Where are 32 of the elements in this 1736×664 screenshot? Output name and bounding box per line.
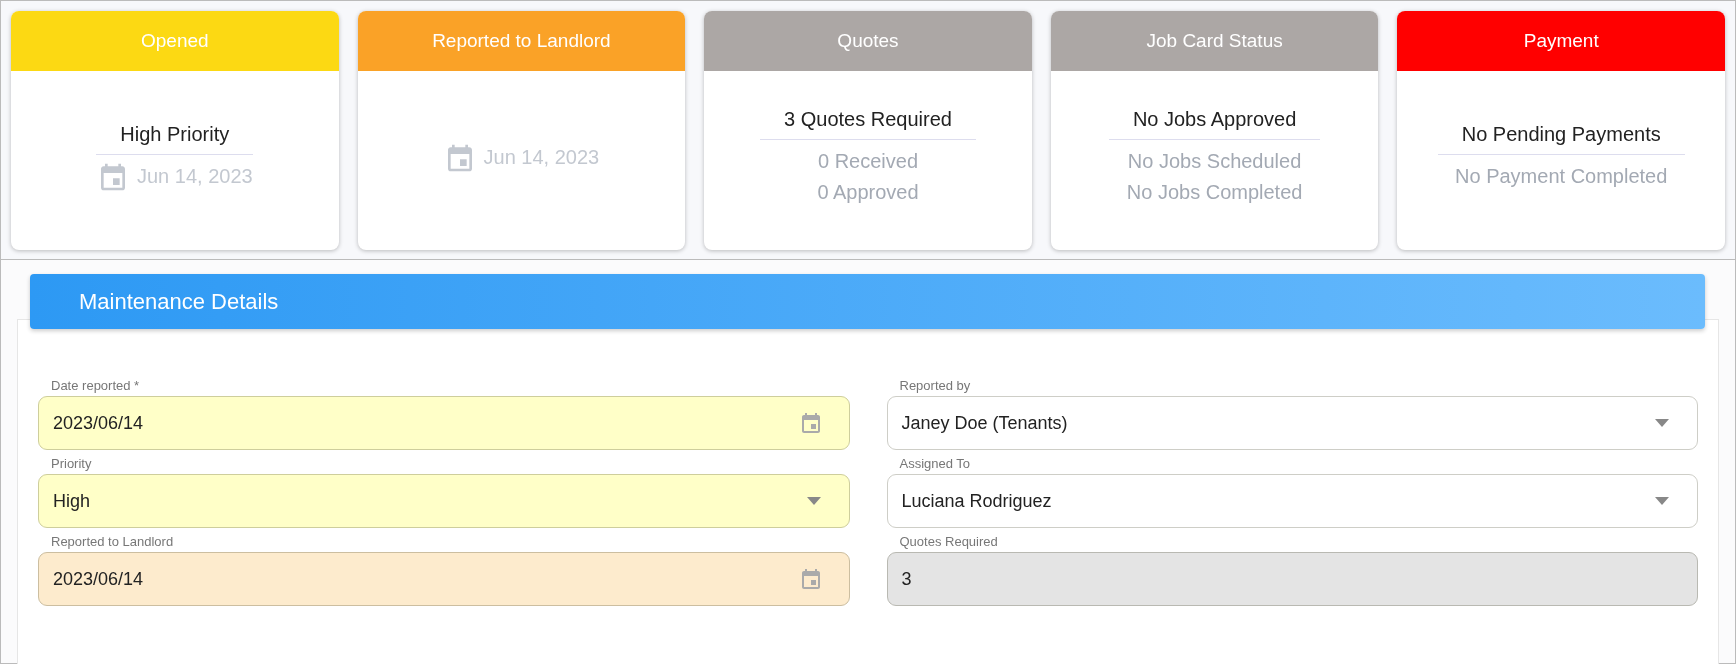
- field-label: Priority: [50, 455, 93, 473]
- field-label: Assigned To: [898, 455, 972, 473]
- dropdown-caret-icon: [806, 497, 821, 505]
- input-field[interactable]: 2023/06/14: [38, 396, 850, 450]
- input-field[interactable]: 3: [886, 552, 1698, 606]
- card-sub-text: 0 Received: [817, 148, 918, 174]
- card-main-text: 3 Quotes Required: [760, 107, 976, 140]
- card-sub-text: 0 Approved: [817, 179, 919, 205]
- card-date: Jun 14, 2023: [483, 146, 600, 169]
- card-header: Reported to Landlord: [357, 11, 686, 71]
- field-label: Quotes Required: [898, 533, 999, 551]
- field-label: Reported to Landlord: [50, 533, 175, 551]
- card-sub-text: No Payment Completed: [1455, 164, 1668, 189]
- card-date: Jun 14, 2023: [136, 165, 253, 188]
- card-header: Opened: [11, 11, 339, 71]
- field-label: Date reported *: [50, 377, 141, 395]
- dropdown-field[interactable]: High: [38, 474, 850, 528]
- card-main-text: No Jobs Approved: [1108, 107, 1321, 140]
- card-header: Job Card Status: [1050, 11, 1379, 71]
- card-sub-text: No Jobs Scheduled: [1127, 148, 1302, 174]
- card-header: Payment: [1397, 11, 1725, 71]
- card-main-text: No Pending Payments: [1437, 123, 1685, 155]
- card-main-text: High Priority: [96, 122, 254, 155]
- dropdown-field[interactable]: Luciana Rodriguez: [886, 474, 1698, 528]
- field-label: Reported by: [898, 377, 972, 395]
- input-field[interactable]: 2023/06/14: [38, 552, 850, 606]
- dropdown-field[interactable]: Janey Doe (Tenants): [886, 396, 1698, 450]
- dropdown-caret-icon: [1655, 497, 1669, 505]
- section-header: Maintenance Details: [30, 274, 1705, 329]
- card-sub-text: No Jobs Completed: [1126, 179, 1303, 205]
- card-header: Quotes: [704, 11, 1032, 71]
- dropdown-caret-icon: [1655, 419, 1669, 427]
